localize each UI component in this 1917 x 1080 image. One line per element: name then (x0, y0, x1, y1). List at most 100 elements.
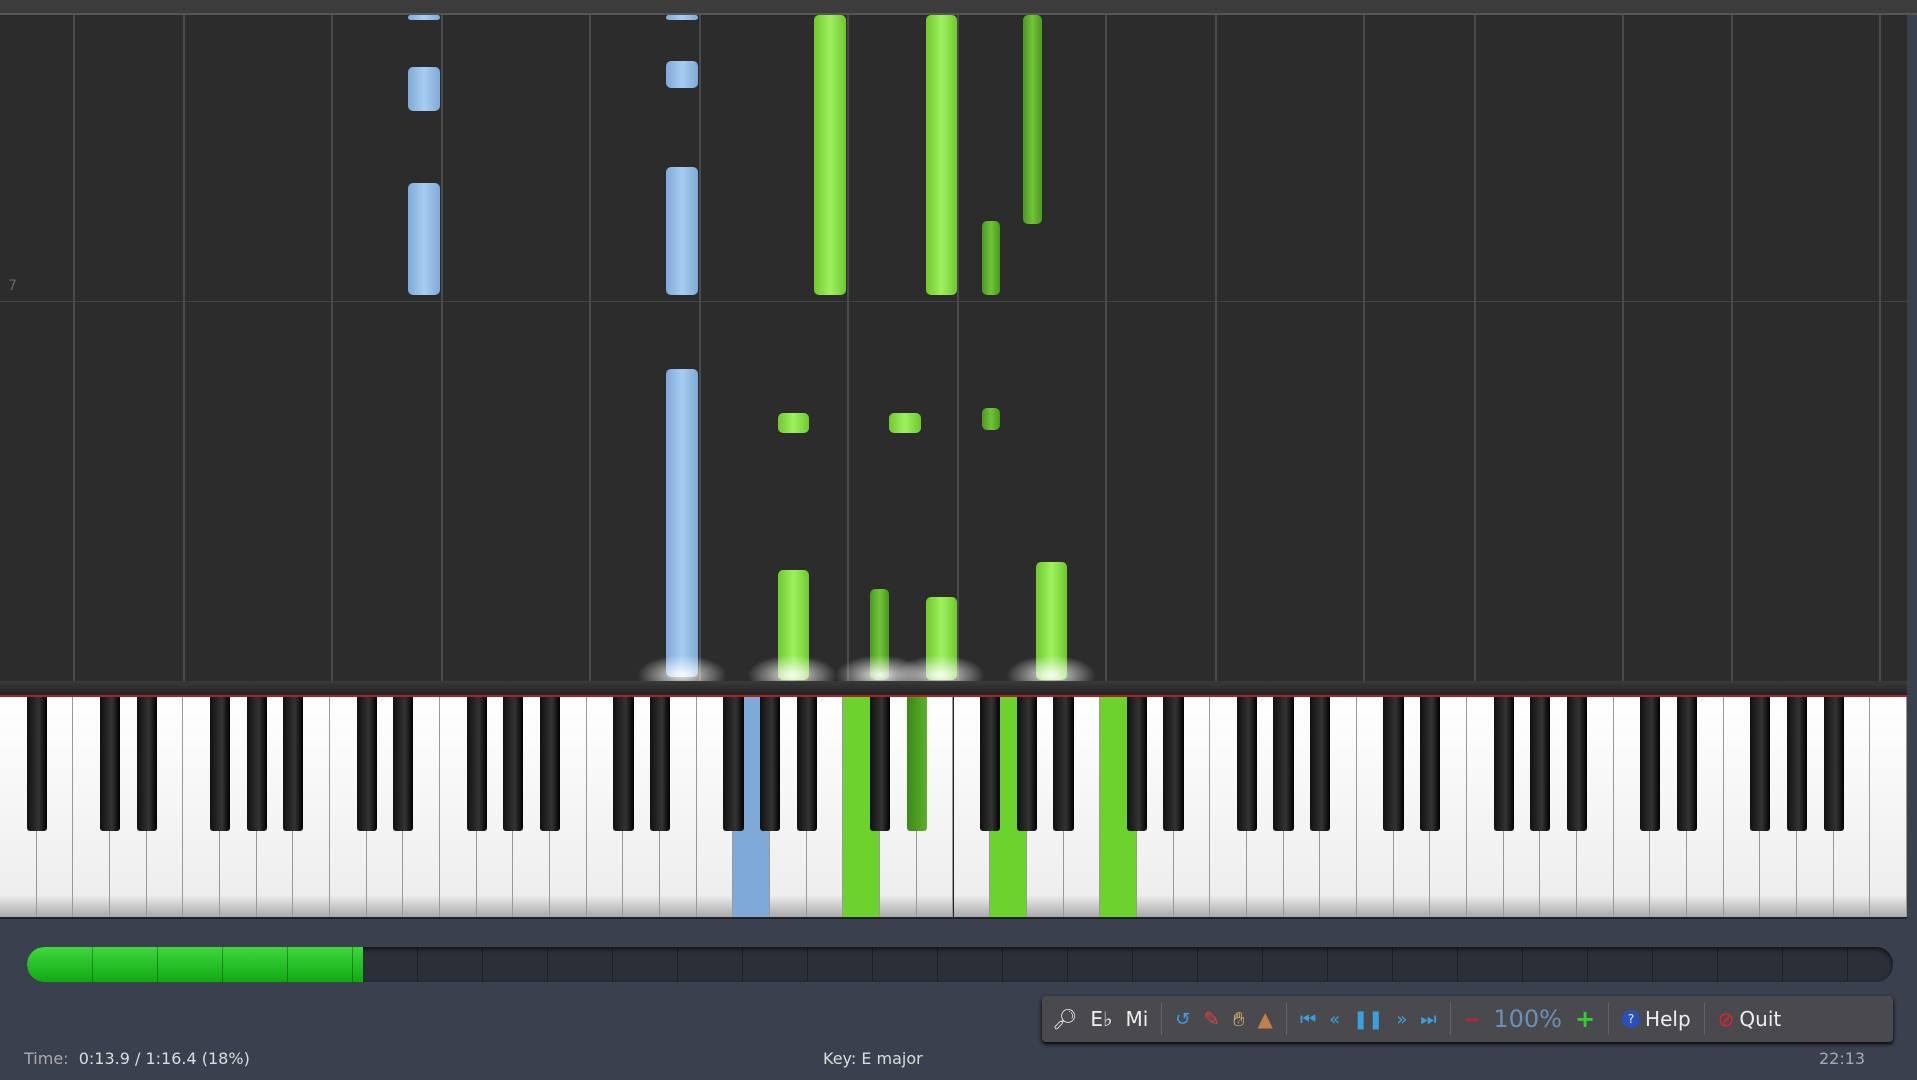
divider (1703, 1003, 1705, 1035)
quit-button[interactable]: ⊘ Quit (1718, 1007, 1782, 1031)
black-key[interactable] (283, 697, 304, 831)
help-button[interactable]: ? Help (1622, 1007, 1691, 1031)
black-key[interactable] (26, 697, 47, 831)
note-names-button[interactable]: Mi (1125, 1007, 1148, 1031)
left-hand-note (408, 15, 441, 20)
right-hand-note (777, 413, 810, 433)
black-key[interactable] (356, 697, 377, 831)
help-icon: ? (1622, 1010, 1641, 1028)
progress-tick (807, 947, 808, 982)
progress-tick (677, 947, 678, 982)
black-key[interactable] (393, 697, 414, 831)
progress-tick (417, 947, 418, 982)
progress-tick (1197, 947, 1198, 982)
black-key[interactable] (796, 697, 817, 831)
black-key[interactable] (1236, 697, 1257, 831)
black-key[interactable] (613, 697, 634, 831)
black-key[interactable] (1016, 697, 1037, 831)
octave-line (1622, 15, 1625, 681)
zoom-level: 100% (1493, 1005, 1562, 1033)
black-key[interactable] (1126, 697, 1147, 831)
black-key[interactable] (1786, 697, 1808, 831)
rewind-button[interactable]: « (1329, 1009, 1340, 1030)
black-key[interactable] (1053, 697, 1074, 831)
measure-number: 7 (8, 278, 17, 294)
marker-button[interactable]: ✎ (1203, 1007, 1220, 1031)
search-button[interactable]: 🔎︎ (1052, 1007, 1077, 1031)
octave-line (1215, 15, 1218, 681)
black-key[interactable] (503, 697, 524, 831)
black-key[interactable] (209, 697, 231, 831)
right-hand-note (814, 15, 847, 295)
black-key[interactable] (1163, 697, 1184, 831)
black-key[interactable] (1823, 697, 1844, 831)
black-key[interactable] (1566, 697, 1587, 831)
black-key[interactable] (760, 697, 781, 831)
left-hand-note (666, 15, 699, 20)
progress-tick (742, 947, 743, 982)
pause-icon: ❚❚ (1353, 1008, 1384, 1030)
progress-tick (92, 947, 93, 982)
octave-line (73, 15, 76, 681)
black-key[interactable] (1750, 697, 1771, 831)
black-key[interactable] (906, 697, 927, 831)
progress-tick (872, 947, 873, 982)
black-key[interactable] (1383, 697, 1404, 831)
black-key[interactable] (1676, 697, 1698, 831)
progress-fill (27, 947, 363, 982)
progress-tick (1327, 947, 1328, 982)
octave-line (1879, 15, 1882, 681)
black-key[interactable] (980, 697, 1001, 831)
black-key[interactable] (650, 697, 671, 831)
progress-tick (1782, 947, 1783, 982)
black-key[interactable] (1273, 697, 1294, 831)
progress-tick (1067, 947, 1068, 982)
zoom-out-button[interactable]: − (1464, 1007, 1481, 1031)
black-key[interactable] (246, 697, 267, 831)
pause-button[interactable]: ❚❚ (1353, 1009, 1383, 1030)
progress-tick (1457, 947, 1458, 982)
black-key[interactable] (1420, 697, 1441, 831)
black-key[interactable] (1493, 697, 1514, 831)
skip-end-button[interactable]: ⏭︎ (1420, 1009, 1436, 1030)
octave-line (589, 15, 592, 681)
right-hand-note (888, 413, 921, 433)
key-hit-glow (1006, 655, 1097, 681)
octave-line (1731, 15, 1734, 681)
pencil-icon: ✎ (1203, 1007, 1221, 1031)
hand-button[interactable]: ✋︎ (1233, 1007, 1244, 1031)
progress-tick (937, 947, 938, 982)
fast-forward-button[interactable]: » (1396, 1009, 1407, 1030)
zoom-in-button[interactable]: + (1575, 1005, 1595, 1033)
black-key[interactable] (540, 697, 561, 831)
skip-start-button[interactable]: ⏮︎ (1300, 1009, 1316, 1030)
black-key[interactable] (870, 697, 891, 831)
left-hand-note (666, 369, 699, 678)
song-progress-bar[interactable] (27, 947, 1893, 982)
black-key[interactable] (136, 697, 157, 831)
time-value: 0:13.9 / 1:16.4 (18%) (78, 1049, 250, 1068)
key-signature-button[interactable]: E♭ (1090, 1007, 1112, 1031)
loop-button[interactable]: ↺ (1175, 1009, 1190, 1030)
octave-line (1105, 15, 1108, 681)
black-key[interactable] (1310, 697, 1331, 831)
top-strip (0, 0, 1917, 15)
fast-forward-icon: » (1396, 1008, 1408, 1030)
divider (1161, 1003, 1163, 1035)
quit-label: Quit (1739, 1007, 1782, 1031)
black-key[interactable] (99, 697, 121, 831)
black-key[interactable] (1640, 697, 1661, 831)
quit-icon: ⊘ (1717, 1007, 1735, 1031)
white-key[interactable] (1870, 697, 1907, 917)
black-key[interactable] (466, 697, 487, 831)
progress-tick (1132, 947, 1133, 982)
progress-tick (1717, 947, 1718, 982)
octave-line (183, 15, 186, 681)
black-key[interactable] (1530, 697, 1551, 831)
black-key[interactable] (723, 697, 744, 831)
metronome-button[interactable]: ▲ (1258, 1007, 1273, 1031)
key-hit-glow (747, 655, 838, 681)
piano-keyboard[interactable] (0, 697, 1907, 919)
minus-icon: − (1463, 1007, 1481, 1031)
progress-tick (612, 947, 613, 982)
